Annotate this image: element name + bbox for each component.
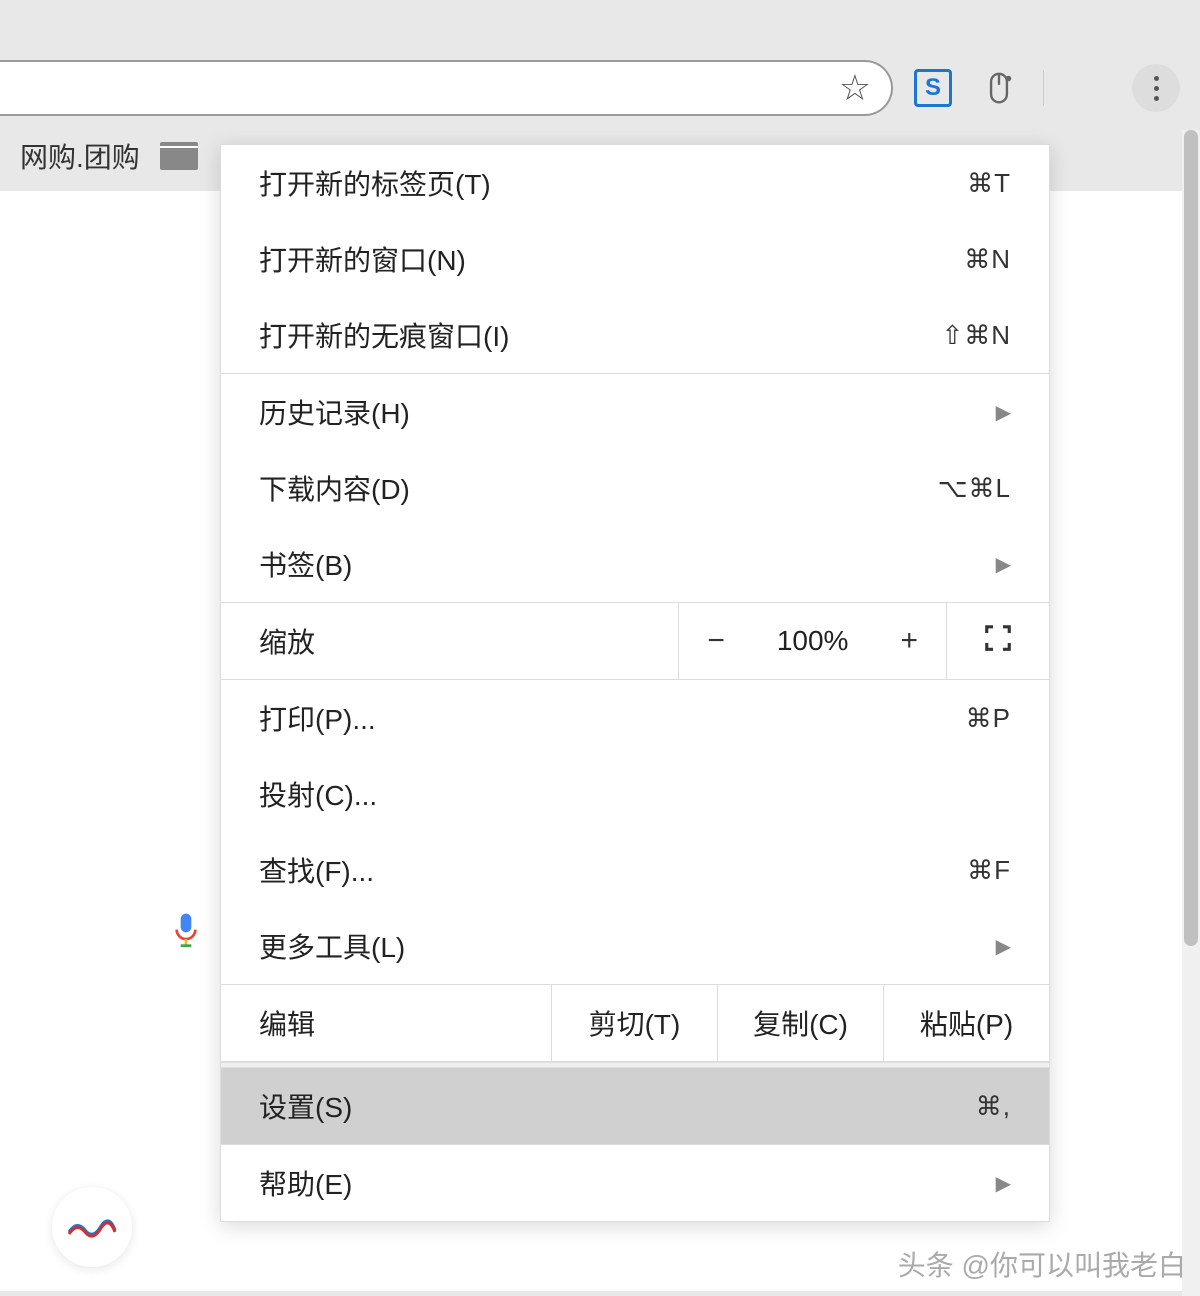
menu-label: 查找(F)... [259, 850, 374, 890]
menu-shortcut: ⌘T [967, 168, 1011, 199]
chevron-right-icon: ▶ [996, 934, 1011, 959]
microphone-icon[interactable] [170, 911, 202, 956]
zoom-controls: − 100% + [678, 603, 946, 679]
menu-label: 投射(C)... [259, 774, 377, 814]
address-bar[interactable]: ☆ [0, 60, 893, 116]
menu-help[interactable]: 帮助(E) ▶ [221, 1145, 1049, 1221]
chevron-right-icon: ▶ [996, 400, 1011, 425]
paste-button[interactable]: 粘贴(P) [883, 985, 1049, 1061]
menu-print[interactable]: 打印(P)... ⌘P [221, 680, 1049, 756]
zoom-label: 缩放 [221, 603, 678, 679]
fullscreen-button[interactable] [946, 603, 1049, 679]
folder-icon[interactable] [160, 142, 198, 170]
cut-button[interactable]: 剪切(T) [551, 985, 717, 1061]
more-menu-button[interactable] [1132, 64, 1180, 112]
bookmark-shopping[interactable]: 网购.团购 [20, 136, 140, 176]
menu-label: 打开新的标签页(T) [259, 163, 491, 203]
sogou-extension-icon[interactable]: S [911, 66, 955, 110]
zoom-out-button[interactable]: − [679, 606, 753, 676]
app-round-icon[interactable] [52, 1187, 132, 1267]
menu-label: 更多工具(L) [259, 926, 405, 966]
menu-edit-row: 编辑 剪切(T) 复制(C) 粘贴(P) [221, 984, 1049, 1062]
fullscreen-icon [983, 623, 1013, 660]
menu-new-window[interactable]: 打开新的窗口(N) ⌘N [221, 221, 1049, 297]
menu-shortcut: ⇧⌘N [941, 320, 1011, 351]
menu-label: 打开新的无痕窗口(I) [259, 315, 509, 355]
menu-label: 下载内容(D) [259, 468, 410, 508]
scrollbar-thumb[interactable] [1184, 130, 1198, 946]
chevron-right-icon: ▶ [996, 552, 1011, 577]
menu-shortcut: ⌘F [967, 855, 1011, 886]
menu-settings[interactable]: 设置(S) ⌘, [221, 1068, 1049, 1144]
menu-label: 设置(S) [259, 1086, 352, 1126]
menu-label: 打开新的窗口(N) [259, 239, 466, 279]
cloud-search-icon[interactable] [1066, 66, 1110, 110]
menu-zoom-row: 缩放 − 100% + [221, 602, 1049, 680]
toolbar-divider [1043, 70, 1044, 106]
menu-shortcut: ⌘, [976, 1091, 1011, 1122]
edit-label: 编辑 [221, 985, 551, 1061]
copy-button[interactable]: 复制(C) [717, 985, 883, 1061]
toolbar-icons: S [911, 64, 1180, 112]
menu-find[interactable]: 查找(F)... ⌘F [221, 832, 1049, 908]
menu-cast[interactable]: 投射(C)... [221, 756, 1049, 832]
menu-new-incognito[interactable]: 打开新的无痕窗口(I) ⇧⌘N [221, 297, 1049, 373]
menu-new-tab[interactable]: 打开新的标签页(T) ⌘T [221, 145, 1049, 221]
zoom-value: 100% [753, 607, 873, 675]
star-icon[interactable]: ☆ [839, 67, 871, 109]
menu-history[interactable]: 历史记录(H) ▶ [221, 374, 1049, 450]
menu-shortcut: ⌘P [966, 703, 1011, 734]
menu-label: 历史记录(H) [259, 392, 410, 432]
menu-shortcut: ⌥⌘L [938, 473, 1011, 504]
scrollbar[interactable] [1182, 130, 1200, 1296]
address-bar-row: ☆ S [0, 60, 1200, 116]
main-menu-dropdown: 打开新的标签页(T) ⌘T 打开新的窗口(N) ⌘N 打开新的无痕窗口(I) ⇧… [220, 144, 1050, 1222]
menu-more-tools[interactable]: 更多工具(L) ▶ [221, 908, 1049, 984]
menu-label: 帮助(E) [259, 1163, 352, 1203]
menu-downloads[interactable]: 下载内容(D) ⌥⌘L [221, 450, 1049, 526]
menu-label: 书签(B) [259, 544, 352, 584]
zoom-in-button[interactable]: + [872, 606, 946, 676]
menu-label: 打印(P)... [259, 698, 376, 738]
menu-bookmarks[interactable]: 书签(B) ▶ [221, 526, 1049, 602]
chevron-right-icon: ▶ [996, 1171, 1011, 1196]
mouse-icon[interactable] [977, 66, 1021, 110]
menu-shortcut: ⌘N [964, 244, 1011, 275]
